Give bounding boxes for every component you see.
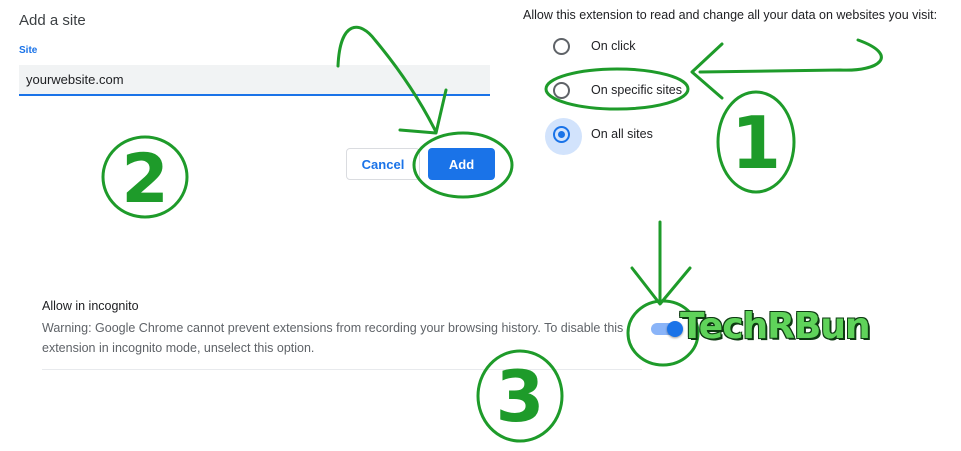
step-number-3: 3 [496,356,545,438]
arrow-to-specific-sites [698,38,883,74]
arrow-to-add-button [336,25,438,134]
step-number-1: 1 [731,101,781,185]
highlight-ellipse-specific-sites [544,67,690,111]
arrow-head [398,88,448,135]
watermark-logo: TechRBun [680,306,871,347]
highlight-ellipse-add-button [412,131,514,199]
step-number-2: 2 [121,140,168,219]
annotation-layer: 1 2 3 [101,25,883,443]
